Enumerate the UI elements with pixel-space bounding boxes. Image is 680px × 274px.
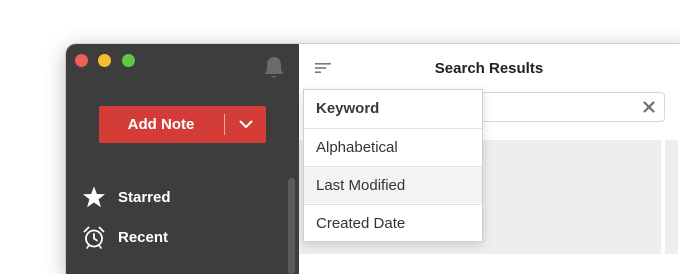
chevron-down-icon[interactable] xyxy=(225,106,266,143)
close-icon[interactable] xyxy=(642,100,656,114)
search-input[interactable] xyxy=(469,92,665,122)
results-scrollbar[interactable] xyxy=(665,140,678,254)
sort-option-created-date[interactable]: Created Date xyxy=(304,204,482,241)
sort-icon[interactable] xyxy=(314,60,334,76)
sidebar: Add Note Starred Recent xyxy=(66,44,299,274)
sort-option-last-modified[interactable]: Last Modified xyxy=(304,166,482,203)
alarm-clock-icon xyxy=(82,225,106,249)
window-close-button[interactable] xyxy=(75,54,88,67)
sort-option-alphabetical[interactable]: Alphabetical xyxy=(304,128,482,165)
window-minimize-button[interactable] xyxy=(98,54,111,67)
window-maximize-button[interactable] xyxy=(122,54,135,67)
sort-dropdown-menu: Keyword Alphabetical Last Modified Creat… xyxy=(303,89,483,242)
sidebar-item-label: Recent xyxy=(118,228,169,246)
add-note-label: Add Note xyxy=(127,116,195,133)
star-icon xyxy=(82,185,106,209)
page-title: Search Results xyxy=(434,60,544,77)
bell-icon[interactable] xyxy=(262,55,286,81)
sort-option-keyword[interactable]: Keyword xyxy=(304,90,482,127)
sidebar-item-starred[interactable]: Starred xyxy=(82,183,171,211)
add-note-button[interactable]: Add Note xyxy=(99,106,266,143)
sidebar-scrollbar[interactable] xyxy=(288,178,295,274)
sidebar-item-recent[interactable]: Recent xyxy=(82,223,168,251)
sidebar-item-label: Starred xyxy=(118,188,171,206)
